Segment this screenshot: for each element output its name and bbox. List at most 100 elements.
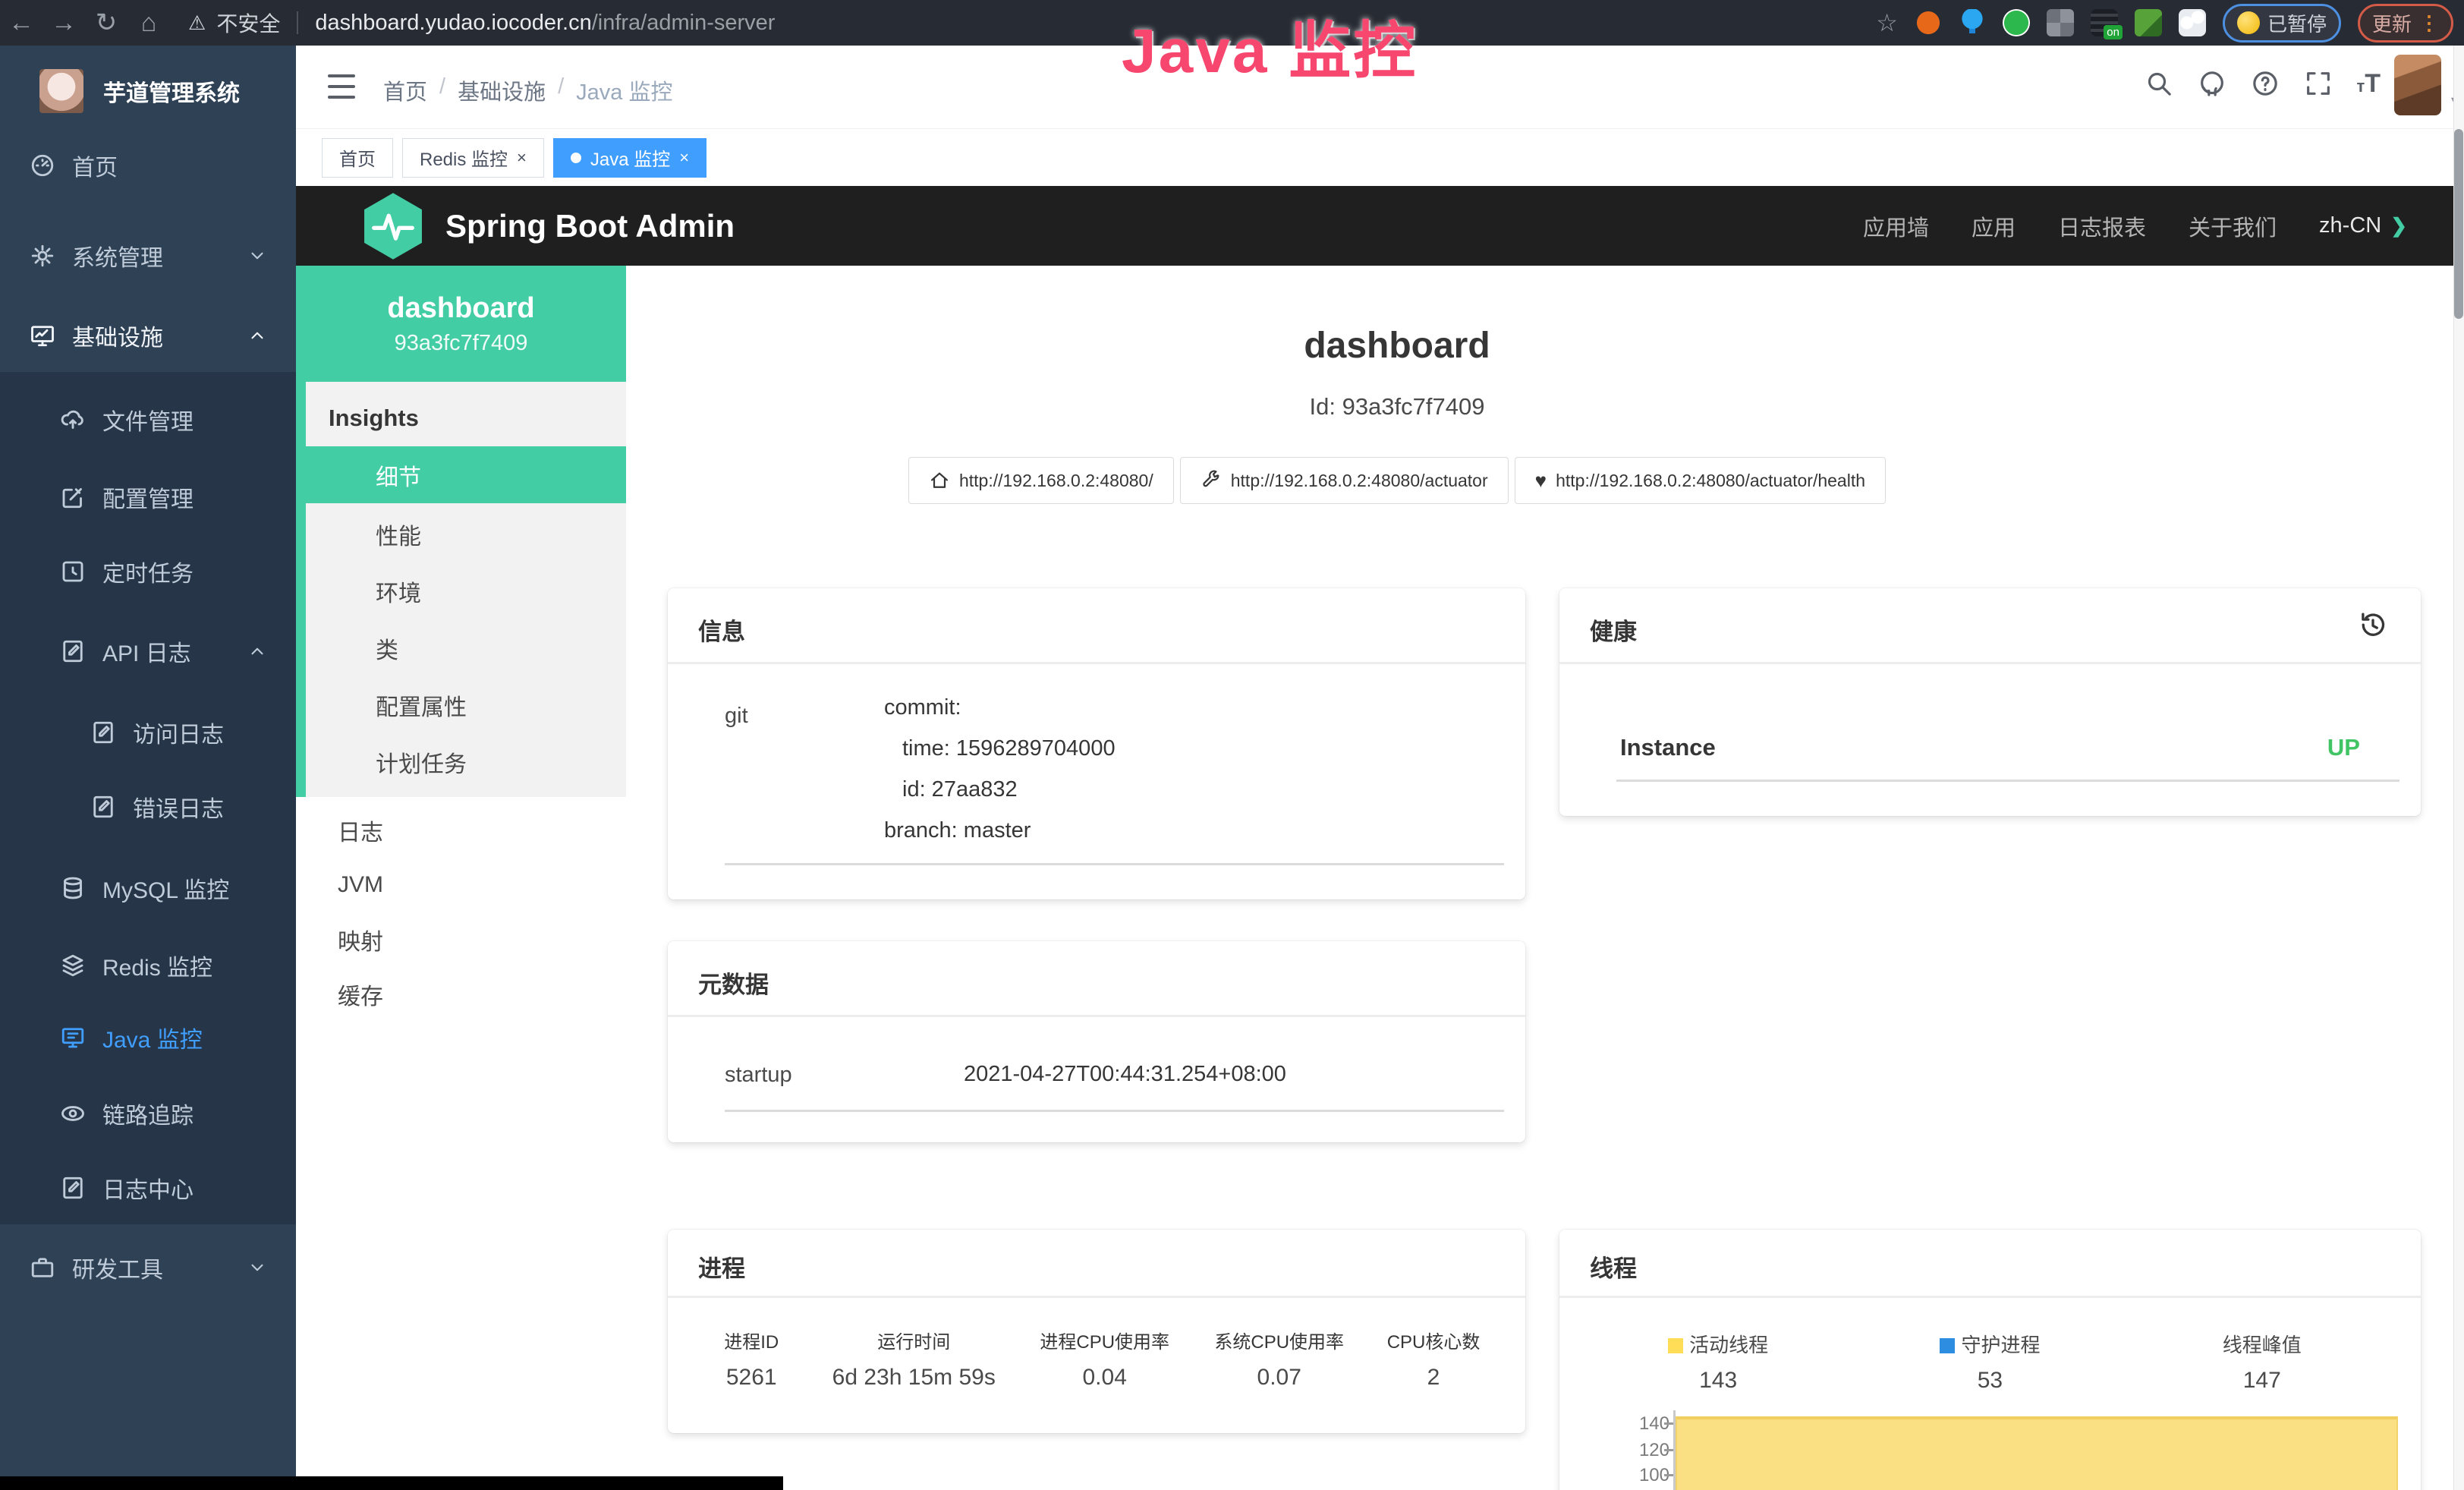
scrollbar[interactable] [2453, 46, 2464, 1490]
live-threads-area [1676, 1416, 2398, 1490]
sidebar-item-access-log[interactable]: 访问日志 [0, 698, 296, 767]
extension-list-icon[interactable]: on [2091, 9, 2118, 36]
search-icon[interactable] [2144, 68, 2174, 99]
locale-select[interactable]: zh-CN ❯ [2319, 213, 2407, 238]
sba-brand[interactable]: Spring Boot Admin [360, 191, 735, 261]
database-icon [59, 874, 87, 902]
tab-home[interactable]: 首页 [322, 138, 393, 178]
sba-nav-wallboard[interactable]: 应用墙 [1863, 210, 1929, 242]
close-icon[interactable]: × [679, 148, 689, 168]
health-url-button[interactable]: ♥ http://192.168.0.2:48080/actuator/heal… [1515, 457, 1886, 504]
security-label[interactable]: 不安全 [216, 8, 280, 38]
status-badge: UP [2327, 734, 2360, 761]
sidebar-item-infra[interactable]: 基础设施 [0, 301, 296, 370]
breadcrumb-home[interactable]: 首页 [383, 74, 427, 106]
home-icon[interactable]: ⌂ [127, 8, 170, 38]
extension-leaf-icon[interactable] [2135, 9, 2162, 36]
sidebar-item-job[interactable]: 定时任务 [0, 537, 296, 606]
extension-grid-icon[interactable] [2047, 9, 2074, 36]
page-instance-id: Id: 93a3fc7f7409 [626, 393, 2168, 421]
sidebar-item-java[interactable]: Java 监控 [0, 1003, 296, 1072]
metadata-value: 2021-04-27T00:44:31.254+08:00 [964, 1054, 1286, 1095]
sba-nav-journal[interactable]: 日志报表 [2058, 210, 2146, 242]
sba-nav-about[interactable]: 关于我们 [2189, 210, 2277, 242]
close-icon[interactable]: × [517, 148, 527, 168]
menu-item-metrics[interactable]: 性能 [306, 506, 626, 562]
sba-navbar: Spring Boot Admin 应用墙 应用 日志报表 关于我们 zh-CN… [296, 186, 2464, 266]
bookmark-star-icon[interactable]: ☆ [1876, 8, 1898, 37]
menu-item-mappings[interactable]: 映射 [296, 911, 626, 968]
menu-item-jvm[interactable]: JVM [296, 856, 626, 913]
sidebar-item-file[interactable]: 文件管理 [0, 386, 296, 454]
health-instance-label[interactable]: Instance [1620, 734, 1716, 761]
menu-item-classes[interactable]: 类 [306, 619, 626, 676]
extension-pin-icon[interactable] [1959, 9, 1986, 36]
process-table-header: 进程ID 运行时间 进程CPU使用率 系统CPU使用率 CPU核心数 [691, 1327, 1503, 1353]
tab-java[interactable]: Java 监控 × [553, 138, 706, 178]
address-bar[interactable]: ⚠ 不安全 dashboard.yudao.iocoder.cn/infra/a… [188, 8, 775, 38]
edit-square-icon [59, 484, 87, 511]
extension-y-icon[interactable] [2003, 9, 2030, 36]
menu-label-insights: Insights [329, 405, 419, 432]
wrench-icon [1201, 470, 1222, 491]
app-logo-image [39, 69, 83, 113]
monitor-icon [29, 322, 56, 349]
peak-threads-value: 147 [2126, 1368, 2398, 1394]
sidebar-item-api-log[interactable]: API 日志 [0, 617, 296, 685]
sidebar-item-log-center[interactable]: 日志中心 [0, 1154, 296, 1222]
reload-icon[interactable]: ↻ [85, 8, 127, 38]
chrome-update-button[interactable]: 更新 ⋮ [2358, 4, 2453, 43]
fullscreen-icon[interactable] [2303, 68, 2333, 99]
instance-name: dashboard [387, 292, 534, 325]
service-url-button[interactable]: http://192.168.0.2:48080/ [908, 457, 1174, 504]
menu-item-details[interactable]: 细节 [306, 446, 626, 503]
breadcrumb-infra[interactable]: 基础设施 [458, 74, 546, 106]
sidebar-item-mysql[interactable]: MySQL 监控 [0, 854, 296, 922]
sidebar-item-dev-tools[interactable]: 研发工具 [0, 1233, 296, 1302]
avatar[interactable] [2394, 55, 2441, 115]
update-label: 更新 [2372, 9, 2412, 37]
sidebar-item-system[interactable]: 系统管理 [0, 222, 296, 290]
profile-paused-pill[interactable]: 已暂停 [2223, 4, 2341, 43]
legend-swatch-yellow [1668, 1338, 1683, 1353]
menu-item-config-props[interactable]: 配置属性 [306, 676, 626, 733]
url-path[interactable]: /infra/admin-server [592, 11, 776, 35]
process-card-header: 进程 [668, 1230, 1525, 1298]
menu-item-caches[interactable]: 缓存 [296, 966, 626, 1022]
collapse-menu-icon[interactable] [328, 74, 355, 99]
font-size-icon[interactable]: тT [2356, 69, 2381, 99]
back-icon[interactable]: ← [0, 8, 42, 38]
actuator-url-button[interactable]: http://192.168.0.2:48080/actuator [1180, 457, 1509, 504]
app-title: 芋道管理系统 [103, 74, 240, 108]
menu-item-environment[interactable]: 环境 [306, 562, 626, 619]
chevron-down-icon [247, 246, 267, 266]
cloud-upload-icon [59, 406, 87, 433]
breadcrumb: 首页 / 基础设施 / Java 监控 [383, 74, 672, 106]
extension-icon[interactable] [1915, 9, 1942, 36]
sba-nav-applications[interactable]: 应用 [1972, 210, 2016, 242]
url-domain[interactable]: dashboard.yudao.iocoder.cn [315, 11, 591, 35]
sidebar-item-trace[interactable]: 链路追踪 [0, 1079, 296, 1148]
java-monitor-icon [59, 1024, 87, 1051]
sidebar-item-home[interactable]: 首页 [0, 131, 296, 200]
chrome-menu-icon[interactable]: ⋮ [2419, 11, 2439, 35]
sidebar-item-redis[interactable]: Redis 监控 [0, 931, 296, 1000]
doc-edit-icon [59, 1174, 87, 1202]
tab-redis[interactable]: Redis 监控 × [402, 138, 544, 178]
tags-view-bar: 首页 Redis 监控 × Java 监控 × [296, 129, 2464, 186]
menu-item-logfile[interactable]: 日志 [296, 802, 626, 858]
history-icon[interactable] [2357, 610, 2389, 641]
forward-icon[interactable]: → [42, 8, 85, 38]
github-icon[interactable] [2197, 68, 2227, 99]
instance-id: 93a3fc7f7409 [395, 331, 528, 356]
live-threads-value: 143 [1582, 1368, 1854, 1394]
scrollbar-thumb[interactable] [2454, 129, 2463, 319]
extension-puzzle-icon[interactable] [2179, 9, 2206, 36]
app-logo-row[interactable]: 芋道管理系统 [0, 55, 296, 128]
window-bottom-edge [0, 1476, 783, 1490]
sidebar-item-error-log[interactable]: 错误日志 [0, 773, 296, 841]
menu-item-scheduled-tasks[interactable]: 计划任务 [306, 733, 626, 790]
help-icon[interactable] [2250, 68, 2280, 99]
threads-chart: 140 120 100 [1559, 1410, 2421, 1490]
sidebar-item-config[interactable]: 配置管理 [0, 463, 296, 531]
